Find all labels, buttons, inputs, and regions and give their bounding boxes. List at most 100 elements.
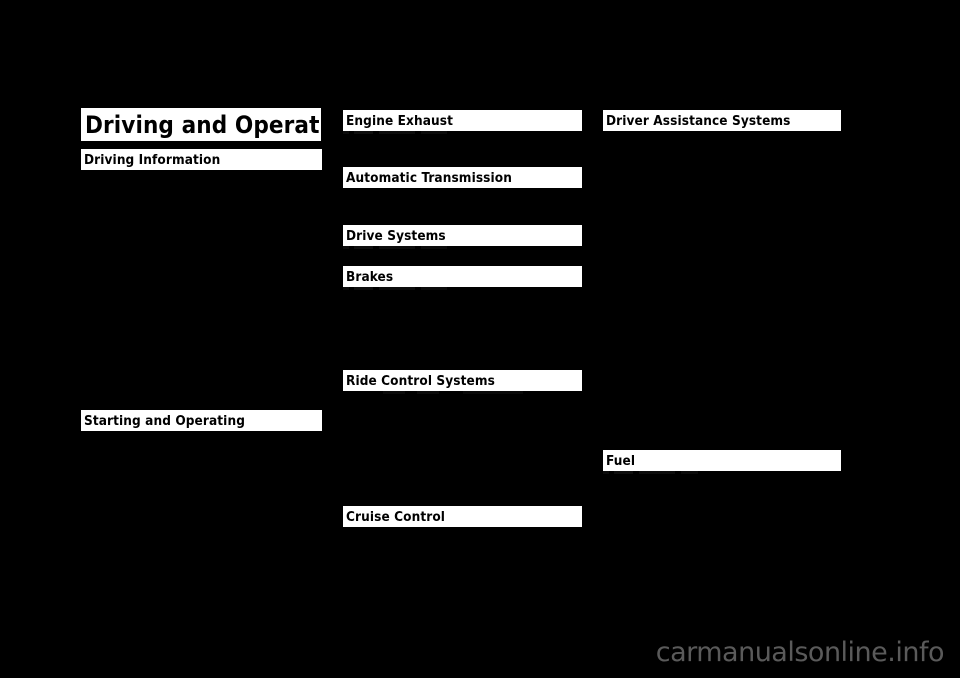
- toc-line: [343, 555, 582, 567]
- clipped-ink-remnant: [343, 131, 463, 134]
- toc-line: [603, 414, 841, 426]
- toc-line: [603, 171, 841, 183]
- toc-line: [81, 553, 322, 565]
- toc-line: [603, 240, 841, 252]
- toc-entries-engine-exhaust: [343, 136, 582, 159]
- toc-line: [603, 511, 841, 523]
- toc-line: [603, 206, 841, 218]
- toc-line: [81, 211, 322, 223]
- toc-line: [343, 136, 582, 148]
- toc-line: [343, 205, 582, 217]
- toc-line: [603, 136, 841, 148]
- toc-line: [603, 217, 841, 229]
- toc-entries-brakes: [343, 292, 582, 362]
- right-column: Driver Assistance Systems Fuel: [603, 0, 841, 678]
- toc-line: [81, 350, 322, 362]
- toc-line: [343, 431, 582, 443]
- toc-line: [81, 507, 322, 519]
- toc-line: [603, 403, 841, 415]
- clipped-ink-remnant: [343, 246, 453, 249]
- toc-line: [343, 327, 582, 339]
- toc-line: [343, 396, 582, 408]
- toc-line: [603, 148, 841, 160]
- toc-line: [343, 419, 582, 431]
- middle-column: Engine Exhaust Automatic Transmission Dr…: [343, 0, 582, 678]
- toc-line: [343, 193, 582, 205]
- toc-line: [81, 437, 322, 449]
- toc-line: [603, 557, 841, 569]
- toc-line: [81, 576, 322, 588]
- toc-line: [343, 454, 582, 466]
- toc-line: [603, 333, 841, 345]
- toc-line: [81, 176, 322, 188]
- toc-line: [343, 251, 582, 263]
- left-column: Driving and Operating Driving Informatio…: [81, 0, 322, 678]
- manual-page: Driving and Operating Driving Informatio…: [0, 0, 960, 678]
- toc-entries-automatic-transmission: [343, 193, 582, 216]
- toc-line: [603, 546, 841, 558]
- toc-line: [81, 483, 322, 495]
- toc-line: [81, 373, 322, 385]
- section-heading-brakes: Brakes: [343, 266, 582, 287]
- section-heading-starting-and-operating: Starting and Operating: [81, 410, 322, 431]
- clipped-ink-remnant: [603, 471, 698, 474]
- toc-line: [343, 408, 582, 420]
- toc-entries-driving-information: [81, 176, 322, 396]
- toc-line: [603, 476, 841, 488]
- toc-line: [81, 565, 322, 577]
- toc-line: [81, 385, 322, 397]
- toc-entries-fuel: [603, 476, 841, 592]
- toc-line: [343, 442, 582, 454]
- chapter-title: Driving and Operating: [81, 108, 321, 141]
- toc-line: [343, 292, 582, 304]
- toc-line: [343, 304, 582, 316]
- section-heading-fuel: Fuel: [603, 450, 841, 471]
- toc-line: [603, 182, 841, 194]
- toc-line: [81, 495, 322, 507]
- toc-line: [81, 472, 322, 484]
- toc-entries-ride-control-systems: [343, 396, 582, 489]
- toc-line: [343, 466, 582, 478]
- toc-line: [81, 460, 322, 472]
- section-heading-automatic-transmission: Automatic Transmission: [343, 167, 582, 188]
- toc-line: [343, 350, 582, 362]
- section-heading-driver-assistance-systems: Driver Assistance Systems: [603, 110, 841, 131]
- toc-line: [603, 356, 841, 368]
- toc-line: [603, 488, 841, 500]
- clipped-ink-remnant: [343, 287, 478, 290]
- toc-entries-drive-systems: [343, 251, 582, 263]
- toc-line: [603, 345, 841, 357]
- toc-line: [81, 362, 322, 374]
- toc-line: [343, 148, 582, 160]
- toc-line: [603, 159, 841, 171]
- toc-line: [603, 264, 841, 276]
- toc-line: [603, 499, 841, 511]
- toc-line: [343, 544, 582, 556]
- toc-entries-starting-and-operating: [81, 437, 322, 611]
- toc-line: [81, 269, 322, 281]
- site-watermark: carmanualsonline.info: [655, 637, 945, 668]
- toc-line: [81, 257, 322, 269]
- toc-entries-cruise-control: [343, 532, 582, 567]
- toc-line: [603, 391, 841, 403]
- toc-line: [603, 322, 841, 334]
- section-heading-driving-information: Driving Information: [81, 149, 322, 170]
- toc-line: [603, 275, 841, 287]
- section-heading-ride-control-systems: Ride Control Systems: [343, 370, 582, 391]
- toc-line: [603, 298, 841, 310]
- toc-line: [81, 518, 322, 530]
- toc-line: [81, 234, 322, 246]
- section-heading-cruise-control: Cruise Control: [343, 506, 582, 527]
- toc-line: [603, 522, 841, 534]
- toc-line: [81, 449, 322, 461]
- toc-line: [343, 338, 582, 350]
- toc-line: [603, 534, 841, 546]
- toc-line: [81, 338, 322, 350]
- toc-line: [81, 222, 322, 234]
- toc-line: [81, 280, 322, 292]
- toc-line: [343, 477, 582, 489]
- toc-line: [603, 368, 841, 380]
- toc-line: [603, 379, 841, 391]
- toc-entries-driver-assistance-systems: [603, 136, 841, 426]
- toc-line: [81, 588, 322, 600]
